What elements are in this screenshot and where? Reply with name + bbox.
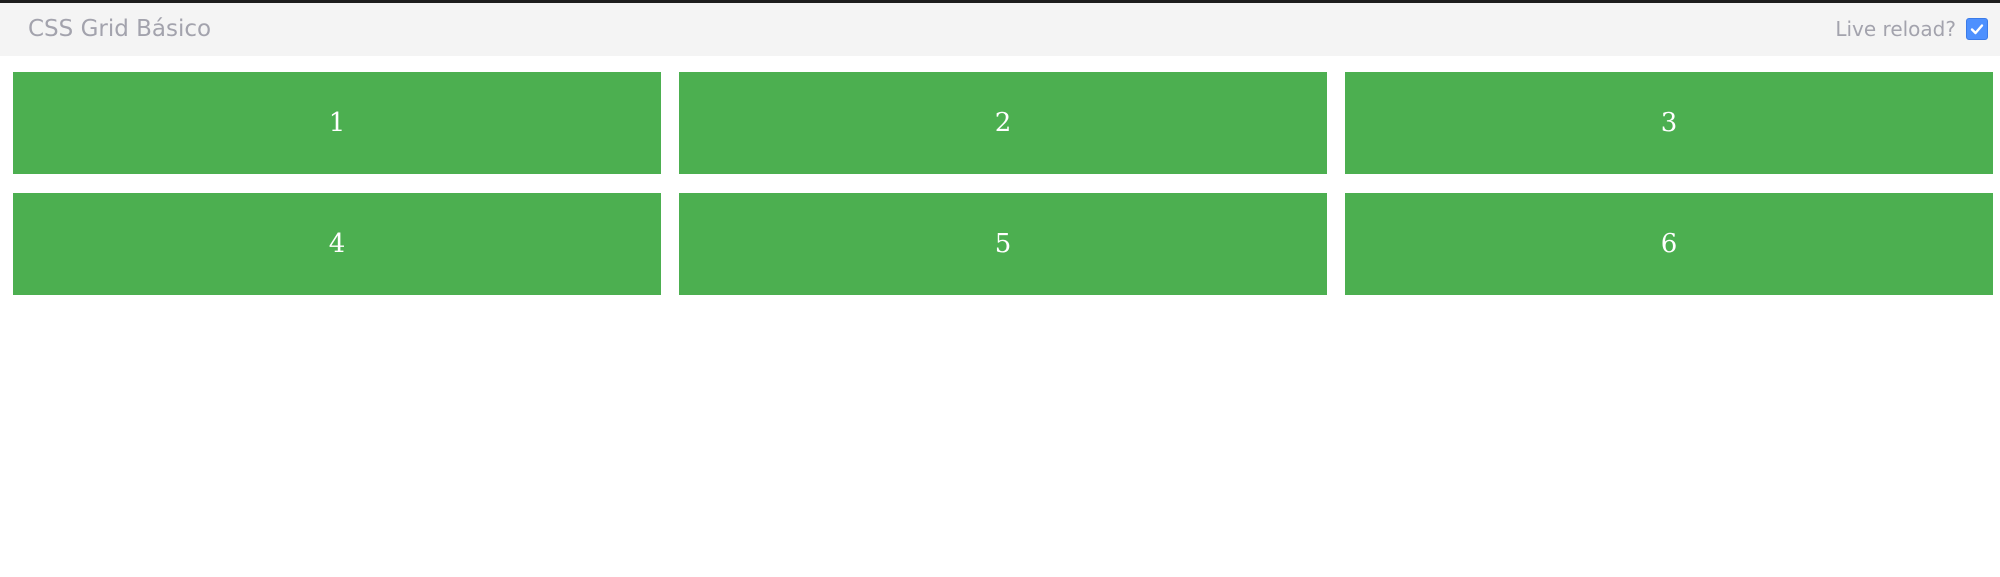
grid-item-label: 3 [1660, 108, 1678, 138]
grid-item: 2 [679, 72, 1327, 174]
live-reload-checkbox[interactable] [1966, 18, 1988, 40]
grid-item-label: 4 [328, 229, 346, 259]
grid-item-label: 6 [1660, 229, 1678, 259]
preview-header: CSS Grid Básico Live reload? [0, 3, 2000, 56]
grid-item-label: 2 [994, 108, 1012, 138]
grid-item: 5 [679, 193, 1327, 295]
grid-item: 4 [13, 193, 661, 295]
checkmark-icon [1970, 24, 1984, 35]
grid-item-label: 5 [994, 229, 1012, 259]
live-reload-label: Live reload? [1835, 17, 1956, 41]
grid-item: 1 [13, 72, 661, 174]
grid-item: 6 [1345, 193, 1993, 295]
grid-container: 1 2 3 4 5 6 [13, 72, 1993, 295]
page-title: CSS Grid Básico [28, 16, 212, 42]
grid-item: 3 [1345, 72, 1993, 174]
live-reload-control[interactable]: Live reload? [1835, 17, 1988, 41]
grid-item-label: 1 [328, 108, 346, 138]
